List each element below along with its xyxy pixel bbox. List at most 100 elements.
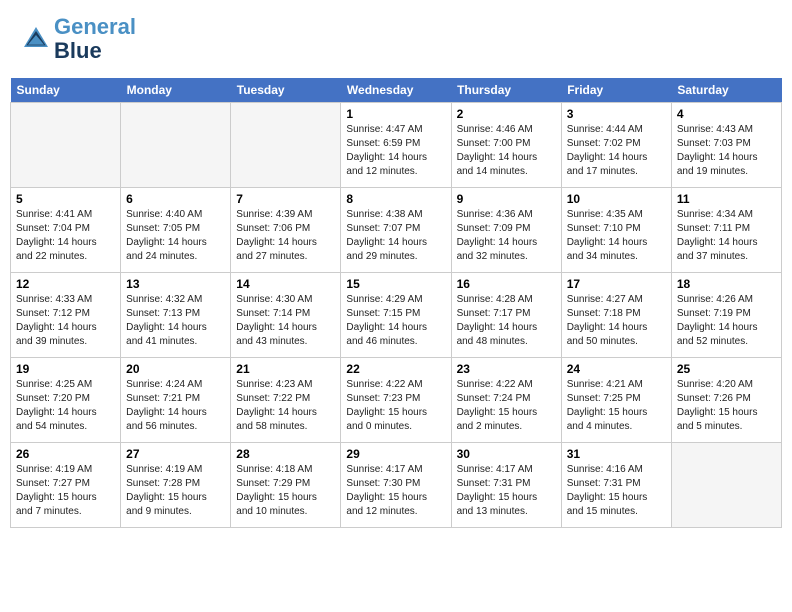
day-info: Sunrise: 4:27 AMSunset: 7:18 PMDaylight:… — [567, 293, 666, 349]
header-cell-tuesday: Tuesday — [231, 78, 341, 103]
day-info: Sunrise: 4:41 AMSunset: 7:04 PMDaylight:… — [16, 208, 115, 264]
day-info: Sunrise: 4:25 AMSunset: 7:20 PMDaylight:… — [16, 378, 115, 434]
day-number: 6 — [126, 192, 225, 206]
day-cell: 25 Sunrise: 4:20 AMSunset: 7:26 PMDayligh… — [671, 358, 781, 443]
day-info: Sunrise: 4:29 AMSunset: 7:15 PMDaylight:… — [346, 293, 445, 349]
day-number: 28 — [236, 447, 335, 461]
week-row-2: 5 Sunrise: 4:41 AMSunset: 7:04 PMDaylight… — [11, 188, 782, 273]
day-cell: 15 Sunrise: 4:29 AMSunset: 7:15 PMDayligh… — [341, 273, 451, 358]
day-number: 16 — [457, 277, 556, 291]
day-number: 9 — [457, 192, 556, 206]
day-cell: 27Sunrise: 4:19 AMSunset: 7:28 PMDayligh… — [121, 443, 231, 528]
day-cell: 21 Sunrise: 4:23 AMSunset: 7:22 PMDayligh… — [231, 358, 341, 443]
calendar-header: SundayMondayTuesdayWednesdayThursdayFrid… — [11, 78, 782, 103]
day-cell: 2Sunrise: 4:46 AMSunset: 7:00 PMDaylight… — [451, 103, 561, 188]
day-cell: 1 Sunrise: 4:47 AMSunset: 6:59 PMDaylight… — [341, 103, 451, 188]
day-info: Sunrise: 4:20 AMSunset: 7:26 PMDaylight:… — [677, 378, 776, 434]
day-cell — [11, 103, 121, 188]
day-number: 19 — [16, 362, 115, 376]
day-info: Sunrise: 4:36 AMSunset: 7:09 PMDaylight:… — [457, 208, 556, 264]
day-number: 13 — [126, 277, 225, 291]
day-cell: 12Sunrise: 4:33 AMSunset: 7:12 PMDayligh… — [11, 273, 121, 358]
day-number: 18 — [677, 277, 776, 291]
day-cell: 29 Sunrise: 4:17 AMSunset: 7:30 PMDayligh… — [341, 443, 451, 528]
day-number: 21 — [236, 362, 335, 376]
day-cell: 6 Sunrise: 4:40 AMSunset: 7:05 PMDaylight… — [121, 188, 231, 273]
day-number: 10 — [567, 192, 666, 206]
header-row: SundayMondayTuesdayWednesdayThursdayFrid… — [11, 78, 782, 103]
day-info: Sunrise: 4:22 AMSunset: 7:24 PMDaylight:… — [457, 378, 556, 434]
calendar-body: 1 Sunrise: 4:47 AMSunset: 6:59 PMDaylight… — [11, 103, 782, 528]
day-cell: 24 Sunrise: 4:21 AMSunset: 7:25 PMDayligh… — [561, 358, 671, 443]
day-info: Sunrise: 4:30 AMSunset: 7:14 PMDaylight:… — [236, 293, 335, 349]
page-header: GeneralBlue — [10, 10, 782, 68]
day-number: 14 — [236, 277, 335, 291]
week-row-3: 12Sunrise: 4:33 AMSunset: 7:12 PMDayligh… — [11, 273, 782, 358]
day-cell: 28 Sunrise: 4:18 AMSunset: 7:29 PMDayligh… — [231, 443, 341, 528]
day-number: 7 — [236, 192, 335, 206]
day-cell: 8 Sunrise: 4:38 AMSunset: 7:07 PMDaylight… — [341, 188, 451, 273]
day-number: 5 — [16, 192, 115, 206]
day-info: Sunrise: 4:47 AMSunset: 6:59 PMDaylight:… — [346, 123, 445, 179]
day-cell: 9 Sunrise: 4:36 AMSunset: 7:09 PMDaylight… — [451, 188, 561, 273]
day-info: Sunrise: 4:44 AMSunset: 7:02 PMDaylight:… — [567, 123, 666, 179]
day-number: 23 — [457, 362, 556, 376]
day-info: Sunrise: 4:39 AMSunset: 7:06 PMDaylight:… — [236, 208, 335, 264]
day-number: 1 — [346, 107, 445, 121]
day-info: Sunrise: 4:32 AMSunset: 7:13 PMDaylight:… — [126, 293, 225, 349]
day-number: 11 — [677, 192, 776, 206]
day-cell: 30Sunrise: 4:17 AMSunset: 7:31 PMDayligh… — [451, 443, 561, 528]
day-info: Sunrise: 4:23 AMSunset: 7:22 PMDaylight:… — [236, 378, 335, 434]
day-cell: 17Sunrise: 4:27 AMSunset: 7:18 PMDayligh… — [561, 273, 671, 358]
day-number: 26 — [16, 447, 115, 461]
day-number: 4 — [677, 107, 776, 121]
day-cell — [671, 443, 781, 528]
day-cell: 16 Sunrise: 4:28 AMSunset: 7:17 PMDayligh… — [451, 273, 561, 358]
logo: GeneralBlue — [20, 15, 136, 63]
day-number: 31 — [567, 447, 666, 461]
day-cell: 4Sunrise: 4:43 AMSunset: 7:03 PMDaylight… — [671, 103, 781, 188]
day-cell: 18 Sunrise: 4:26 AMSunset: 7:19 PMDayligh… — [671, 273, 781, 358]
calendar-table: SundayMondayTuesdayWednesdayThursdayFrid… — [10, 78, 782, 528]
day-number: 3 — [567, 107, 666, 121]
day-number: 29 — [346, 447, 445, 461]
day-info: Sunrise: 4:16 AMSunset: 7:31 PMDaylight:… — [567, 463, 666, 519]
day-info: Sunrise: 4:19 AMSunset: 7:27 PMDaylight:… — [16, 463, 115, 519]
day-number: 20 — [126, 362, 225, 376]
header-cell-wednesday: Wednesday — [341, 78, 451, 103]
day-cell — [121, 103, 231, 188]
day-cell: 11 Sunrise: 4:34 AMSunset: 7:11 PMDayligh… — [671, 188, 781, 273]
day-info: Sunrise: 4:38 AMSunset: 7:07 PMDaylight:… — [346, 208, 445, 264]
day-info: Sunrise: 4:28 AMSunset: 7:17 PMDaylight:… — [457, 293, 556, 349]
day-number: 25 — [677, 362, 776, 376]
day-cell: 23 Sunrise: 4:22 AMSunset: 7:24 PMDayligh… — [451, 358, 561, 443]
logo-text: GeneralBlue — [54, 15, 136, 63]
day-number: 24 — [567, 362, 666, 376]
day-cell: 14 Sunrise: 4:30 AMSunset: 7:14 PMDayligh… — [231, 273, 341, 358]
day-cell: 3 Sunrise: 4:44 AMSunset: 7:02 PMDaylight… — [561, 103, 671, 188]
day-number: 12 — [16, 277, 115, 291]
day-info: Sunrise: 4:34 AMSunset: 7:11 PMDaylight:… — [677, 208, 776, 264]
day-number: 27 — [126, 447, 225, 461]
day-cell — [231, 103, 341, 188]
day-cell: 26 Sunrise: 4:19 AMSunset: 7:27 PMDayligh… — [11, 443, 121, 528]
day-info: Sunrise: 4:40 AMSunset: 7:05 PMDaylight:… — [126, 208, 225, 264]
day-cell: 20Sunrise: 4:24 AMSunset: 7:21 PMDayligh… — [121, 358, 231, 443]
day-info: Sunrise: 4:35 AMSunset: 7:10 PMDaylight:… — [567, 208, 666, 264]
day-info: Sunrise: 4:17 AMSunset: 7:30 PMDaylight:… — [346, 463, 445, 519]
week-row-5: 26 Sunrise: 4:19 AMSunset: 7:27 PMDayligh… — [11, 443, 782, 528]
day-cell: 19 Sunrise: 4:25 AMSunset: 7:20 PMDayligh… — [11, 358, 121, 443]
day-info: Sunrise: 4:18 AMSunset: 7:29 PMDaylight:… — [236, 463, 335, 519]
day-cell: 7 Sunrise: 4:39 AMSunset: 7:06 PMDaylight… — [231, 188, 341, 273]
day-number: 8 — [346, 192, 445, 206]
day-cell: 31 Sunrise: 4:16 AMSunset: 7:31 PMDayligh… — [561, 443, 671, 528]
day-number: 2 — [457, 107, 556, 121]
day-number: 15 — [346, 277, 445, 291]
logo-icon — [20, 23, 52, 55]
day-cell: 22Sunrise: 4:22 AMSunset: 7:23 PMDayligh… — [341, 358, 451, 443]
day-info: Sunrise: 4:21 AMSunset: 7:25 PMDaylight:… — [567, 378, 666, 434]
day-info: Sunrise: 4:17 AMSunset: 7:31 PMDaylight:… — [457, 463, 556, 519]
day-info: Sunrise: 4:26 AMSunset: 7:19 PMDaylight:… — [677, 293, 776, 349]
day-number: 22 — [346, 362, 445, 376]
header-cell-saturday: Saturday — [671, 78, 781, 103]
